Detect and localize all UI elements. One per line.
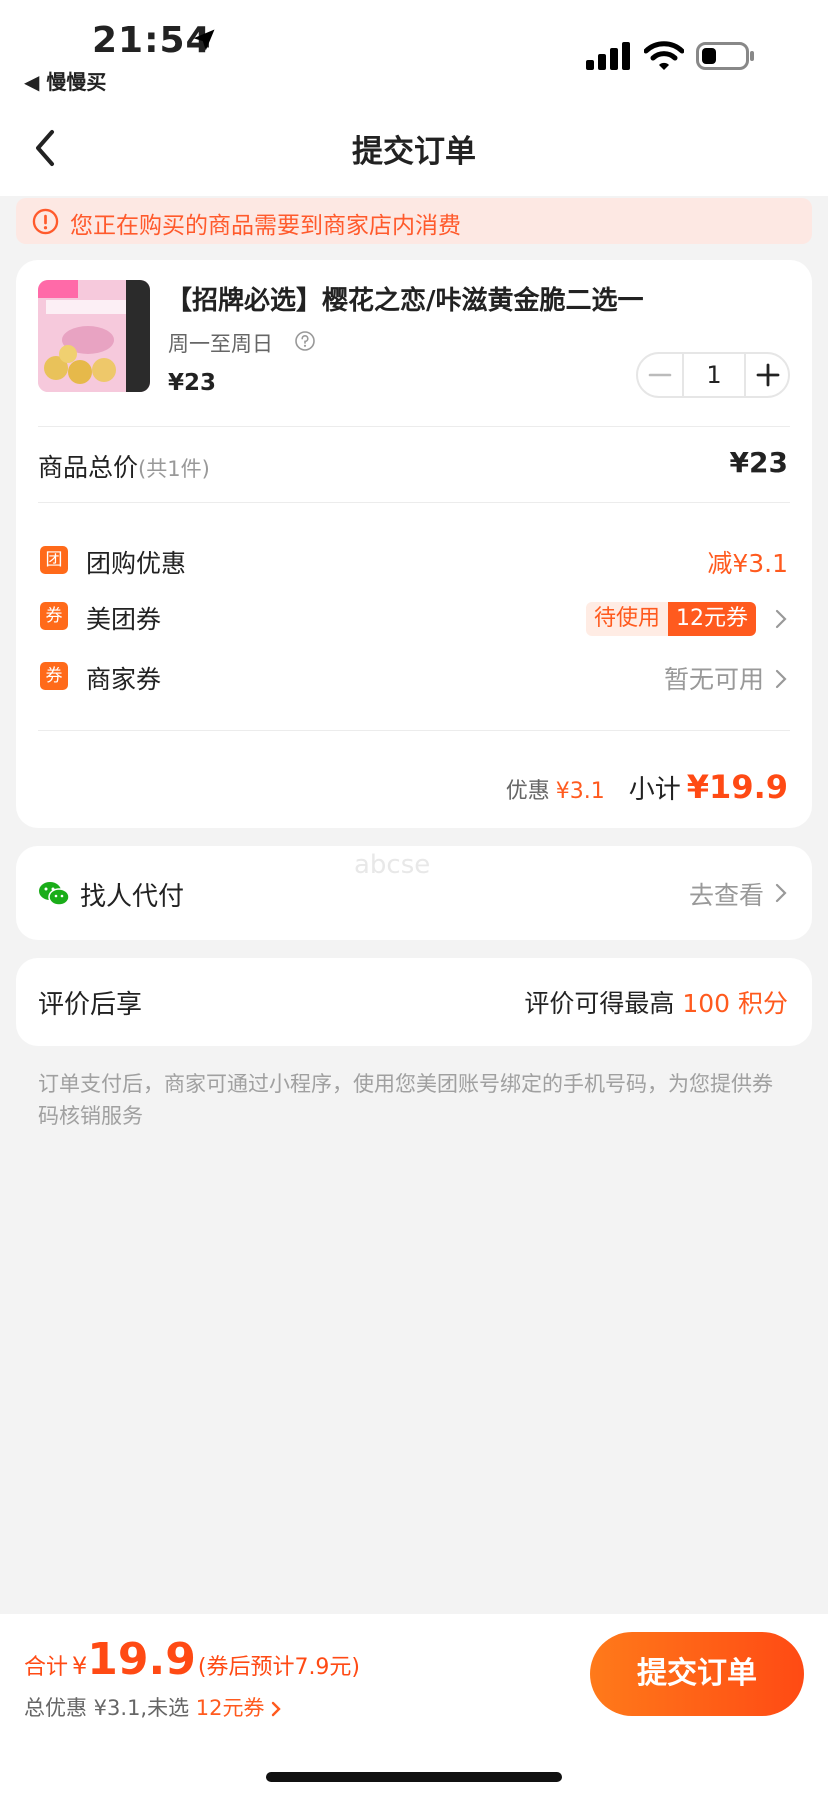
review-reward-prefix: 评价可得最高	[524, 989, 675, 1018]
review-reward-points: 100 积分	[682, 989, 788, 1018]
total-price-label: 商品总价(共1件)	[38, 448, 210, 484]
service-notice: 订单支付后，商家可通过小程序，使用您美团账号绑定的手机号码，为您提供券码核销服务	[38, 1072, 773, 1128]
total-discount-line: 总优惠 ¥3.1,未选 12元券	[24, 1692, 281, 1722]
checkout-bar: 合计 ¥ 19.9 (券后预计7.9元) 总优惠 ¥3.1,未选 12元券 提交…	[0, 1614, 828, 1795]
unselected-coupon-link[interactable]: 12元券	[196, 1696, 265, 1720]
wifi-icon	[644, 41, 684, 70]
merchant-coupon-badge-icon: 券	[40, 662, 68, 690]
grand-total-label: 合计	[24, 1655, 69, 1680]
chevron-right-icon[interactable]	[774, 608, 788, 630]
chevron-right-icon[interactable]	[271, 1701, 281, 1717]
submit-order-button[interactable]: 提交订单	[590, 1632, 804, 1716]
divider	[38, 730, 790, 731]
divider	[38, 426, 790, 427]
cellular-signal-icon	[586, 42, 630, 70]
quantity-stepper: 1	[636, 352, 790, 398]
warning-circle-icon	[32, 208, 59, 235]
meituan-coupon-badge-icon: 券	[40, 602, 68, 630]
product-image	[38, 280, 150, 392]
review-reward: 评价可得最高 100 积分	[524, 984, 788, 1020]
pay-for-me-action[interactable]: 去查看	[689, 876, 764, 912]
meituan-coupon-label: 美团券	[86, 605, 162, 634]
product-title: 【招牌必选】樱花之恋/咔滋黄金脆二选一	[166, 286, 644, 316]
group-buy-discount: 减¥3.1	[707, 549, 788, 578]
watermark-text: abcse	[354, 850, 431, 880]
location-arrow-icon	[193, 29, 215, 51]
review-label: 评价后享	[38, 990, 143, 1020]
coupon-amount: 12元券	[668, 602, 756, 636]
subtotal-line: 优惠 ¥3.1 小计 ¥19.9	[506, 768, 788, 806]
discount-value: ¥3.1	[555, 779, 605, 804]
pay-for-me-label: 找人代付	[80, 882, 185, 912]
grand-total: 合计 ¥ 19.9 (券后预计7.9元)	[24, 1634, 360, 1685]
total-discount-text: 总优惠 ¥3.1,未选	[24, 1696, 190, 1720]
discount-label: 优惠	[505, 779, 550, 804]
chevron-right-icon[interactable]	[774, 882, 788, 904]
total-price-text: 商品总价	[38, 453, 139, 482]
merchant-coupon-label: 商家券	[86, 665, 162, 694]
back-to-app-link[interactable]: ◀ 慢慢买	[24, 66, 106, 95]
divider	[38, 502, 790, 503]
chevron-right-icon[interactable]	[774, 668, 788, 690]
status-bar: 21:54 ◀ 慢慢买	[0, 0, 828, 100]
quantity-value[interactable]: 1	[682, 354, 746, 396]
subtotal-label: 小计	[628, 775, 681, 805]
alert-text: 您正在购买的商品需要到商家店内消费	[70, 213, 461, 239]
grand-total-value: 19.9	[87, 1634, 196, 1685]
total-price-value: ¥23	[729, 446, 788, 479]
total-item-count: (共1件)	[138, 457, 210, 481]
home-indicator	[266, 1772, 562, 1782]
minus-icon[interactable]	[638, 354, 682, 396]
subtotal-value: ¥19.9	[686, 768, 788, 806]
product-price: ¥23	[168, 370, 217, 396]
merchant-coupon-status[interactable]: 暂无可用	[664, 660, 764, 696]
page-title: 提交订单	[352, 134, 476, 170]
coupon-status: 待使用	[585, 602, 668, 636]
order-card: 【招牌必选】樱花之恋/咔滋黄金脆二选一 周一至周日 ¥23 1 商品总价(共1件…	[16, 260, 812, 828]
currency-symbol: ¥	[72, 1652, 88, 1680]
wechat-icon	[39, 882, 70, 906]
plus-icon[interactable]	[746, 354, 790, 396]
pay-for-me-card[interactable]: abcse 找人代付 去查看	[16, 846, 812, 940]
product-schedule: 周一至周日	[168, 332, 273, 356]
battery-icon	[696, 42, 754, 70]
meituan-coupon-tag[interactable]: 待使用 12元券	[585, 602, 756, 636]
navigation-bar: 提交订单	[0, 100, 828, 196]
product-thumbnail[interactable]	[38, 280, 150, 392]
after-coupon-estimate: (券后预计7.9元)	[197, 1655, 361, 1680]
group-buy-badge-icon: 团	[40, 546, 68, 574]
group-buy-label: 团购优惠	[86, 549, 187, 578]
store-consumption-alert: 您正在购买的商品需要到商家店内消费	[16, 198, 812, 244]
help-circle-icon[interactable]	[294, 330, 316, 352]
review-reward-card: 评价后享 评价可得最高 100 积分	[16, 958, 812, 1046]
